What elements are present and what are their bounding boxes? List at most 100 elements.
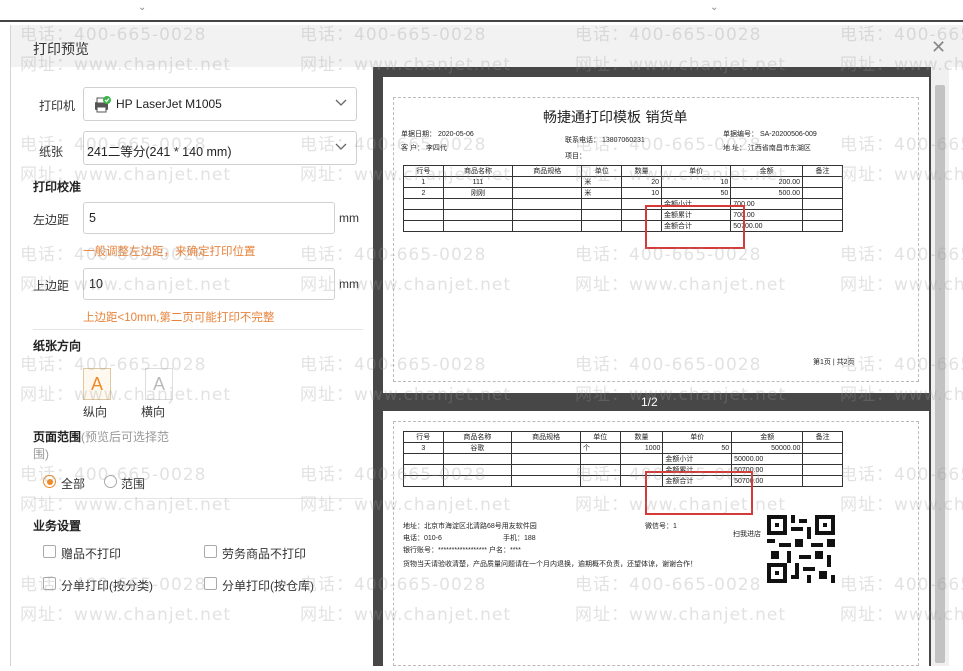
- column-header: 行号: [403, 165, 444, 177]
- doc-project: 项目：: [565, 153, 586, 160]
- table-cell: [403, 453, 444, 465]
- table-cell: 米: [581, 187, 623, 199]
- split-by-warehouse-label: 分单打印(按仓库): [222, 579, 314, 593]
- table-cell: 谷歌: [442, 442, 513, 454]
- table-cell: [581, 198, 623, 210]
- column-header: 数量: [621, 165, 663, 177]
- column-header: 商品名称: [442, 431, 513, 443]
- totals-row: 金额小计 700.00: [403, 198, 843, 210]
- landscape-option[interactable]: A: [145, 368, 173, 400]
- chevron-down-icon: [335, 99, 347, 106]
- preview-page-2: 行号 商品名称 商品规格 单位 数量 单价 金额 备注 3 谷歌个 1000 50 50000.00 金…: [383, 411, 929, 671]
- table-cell: [403, 475, 444, 487]
- preview-scrollbar-thumb[interactable]: [935, 85, 945, 663]
- print-preview-dialog: 打印预览 ✕ 打印机 HP LaserJet M1005 纸张 241二等分(2…: [10, 25, 963, 671]
- table-cell: [442, 453, 513, 465]
- exclude-service-checkbox[interactable]: [204, 545, 217, 558]
- paper-value: 241二等分(241 * 140 mm): [87, 145, 232, 159]
- dialog-title: 打印预览: [33, 41, 89, 57]
- table-cell: [802, 187, 843, 199]
- table-row: 2 刚刚 米 10 50 500.00: [403, 187, 843, 199]
- table-cell: [442, 220, 514, 232]
- items-table: 行号 商品名称 商品规格 单位 数量 单价 金额 备注 1 111 米 20 10 200.00 2 刚刚米…: [403, 165, 843, 232]
- table-cell: 500.00: [730, 187, 804, 199]
- portrait-option[interactable]: A: [83, 368, 111, 400]
- document-title: 畅捷通打印模板 销货单: [543, 110, 688, 126]
- table-cell: [802, 198, 843, 210]
- paper-select[interactable]: 241二等分(241 * 140 mm): [83, 131, 357, 165]
- printer-select[interactable]: HP LaserJet M1005: [83, 87, 357, 121]
- column-header: 数量: [619, 431, 664, 443]
- totals-row: 金额累计 700.00: [403, 209, 843, 221]
- column-header: 金额: [730, 165, 804, 177]
- totals-row: 金额合计 50700.00: [403, 220, 843, 232]
- footer-wechat: 微信号：1: [645, 523, 677, 530]
- left-margin-input[interactable]: 5: [83, 202, 335, 234]
- table-cell: 10: [661, 176, 732, 188]
- totals-row: 金额小计 50000.00: [403, 453, 843, 465]
- table-cell: [802, 209, 843, 221]
- table-cell: [802, 475, 843, 487]
- table-row: 3 谷歌 个 1000 50 50000.00: [403, 442, 843, 454]
- table-cell: 米: [581, 176, 623, 188]
- table-cell: 刚刚: [442, 187, 514, 199]
- chevron-down-icon: [335, 143, 347, 150]
- top-margin-unit: mm: [339, 277, 359, 291]
- table-cell: 50: [661, 187, 732, 199]
- table-cell: [581, 220, 623, 232]
- split-by-category-checkbox[interactable]: [43, 577, 56, 590]
- printer-icon: [95, 96, 111, 113]
- range-custom-radio[interactable]: [104, 475, 117, 488]
- table-cell: [802, 442, 843, 454]
- column-header: 商品规格: [511, 431, 581, 443]
- table-cell: 1000: [619, 442, 664, 454]
- table-cell: 10: [621, 187, 663, 199]
- table-cell: 50: [662, 442, 733, 454]
- table-cell: [619, 453, 664, 465]
- range-all-label: 全部: [61, 477, 86, 491]
- table-cell: [512, 176, 583, 188]
- exclude-gift-checkbox[interactable]: [43, 545, 56, 558]
- table-cell: [580, 453, 621, 465]
- close-icon[interactable]: ✕: [931, 37, 946, 58]
- doc-customer: 客 户： 李四代: [401, 145, 447, 152]
- table-cell: 111: [442, 176, 514, 188]
- totals-value: 50000.00: [731, 453, 804, 465]
- preview-page-1: 畅捷通打印模板 销货单 单据日期： 2020-05-06 联系电话： 13807…: [383, 77, 929, 393]
- table-cell: [802, 220, 843, 232]
- left-margin-label: 左边距: [33, 213, 70, 227]
- top-margin-label: 上边距: [33, 279, 70, 293]
- table-cell: [512, 209, 583, 221]
- calibration-title: 打印校准: [33, 180, 82, 194]
- divider: [33, 329, 363, 330]
- split-by-warehouse-checkbox[interactable]: [204, 577, 217, 590]
- table-cell: [511, 464, 581, 476]
- app-top-bar: ⌄ ⌄: [0, 0, 963, 22]
- range-all-radio[interactable]: [43, 475, 56, 488]
- table-cell: [802, 176, 843, 188]
- footer-mobile: 手机：188: [503, 535, 536, 542]
- totals-row: 金额累计 50700.00: [403, 464, 843, 476]
- divider: [33, 498, 363, 499]
- doc-date: 单据日期： 2020-05-06: [401, 131, 474, 138]
- preview-pane[interactable]: 畅捷通打印模板 销货单 单据日期： 2020-05-06 联系电话： 13807…: [373, 67, 939, 671]
- column-header: 单价: [662, 431, 733, 443]
- footer-scan: 扫我进店: [733, 531, 761, 538]
- top-margin-hint: 上边距<10mm,第二页可能打印不完整: [83, 312, 275, 324]
- paper-label: 纸张: [39, 145, 64, 159]
- page-range-heading: 页面范围(预览后可选择范围): [33, 429, 173, 463]
- marker-icon: ⌄: [138, 2, 147, 13]
- dialog-header: 打印预览 ✕: [11, 25, 963, 67]
- table-cell: [581, 209, 623, 221]
- top-margin-input[interactable]: 10: [83, 268, 335, 300]
- table-cell: [442, 198, 514, 210]
- totals-highlight: [645, 205, 745, 249]
- table-row: 1 111 米 20 10 200.00: [403, 176, 843, 188]
- column-header: 商品名称: [442, 165, 514, 177]
- totals-highlight: [645, 471, 753, 515]
- table-cell: [511, 475, 581, 487]
- printer-label: 打印机: [39, 99, 76, 113]
- column-header: 单价: [661, 165, 732, 177]
- column-header: 行号: [403, 431, 444, 443]
- table-cell: [512, 198, 583, 210]
